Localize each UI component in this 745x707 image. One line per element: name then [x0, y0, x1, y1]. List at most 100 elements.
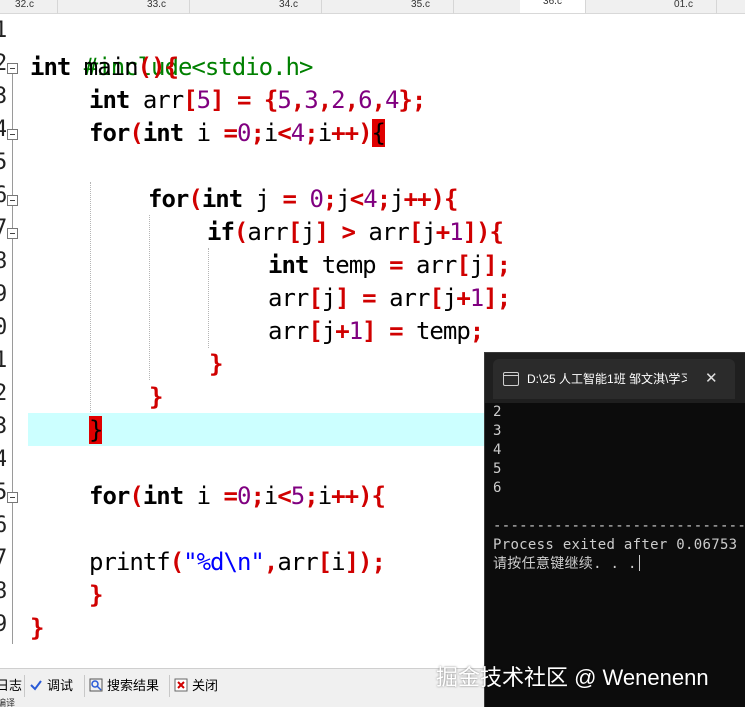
fold-toggle-icon[interactable]	[7, 492, 18, 503]
line-number: 2	[0, 47, 6, 80]
closing-brace: }	[30, 614, 44, 642]
terminal-icon	[503, 372, 519, 386]
tab-log[interactable]: 日志	[0, 675, 22, 697]
tab-log-label: 日志	[0, 678, 23, 693]
fold-toggle-icon[interactable]	[7, 63, 18, 74]
console-prompt: 请按任意键继续. . .	[493, 555, 640, 574]
code-text: ,arr[i]);	[263, 548, 386, 576]
console-output-line: 2	[493, 404, 502, 420]
indent-guide	[90, 182, 91, 412]
tab-debug[interactable]: 调试	[24, 675, 73, 697]
line-number: 5	[0, 146, 6, 179]
code-text: int temp = arr[j];	[268, 251, 511, 279]
code-line: for(int i =0;i<5;i++){	[89, 480, 386, 513]
line-number: 7	[0, 212, 6, 245]
indent-guide	[149, 215, 150, 380]
console-exit-message: Process exited after 0.06753	[493, 537, 738, 553]
line-number: 0	[0, 311, 6, 344]
watermark: 掘金技术社区 @ Wenenenn	[436, 665, 709, 690]
tab-close[interactable]: 关闭	[169, 675, 218, 697]
line-number: 4	[0, 443, 6, 476]
console-tab[interactable]: D:\25 人工智能1班 邹文淇\学习 ✕	[493, 359, 735, 399]
tab-debug-label: 调试	[47, 678, 74, 693]
console-prompt-text: 请按任意键继续. . .	[493, 556, 637, 572]
file-tab-active[interactable]: 36.c	[520, 0, 586, 13]
text-cursor	[638, 555, 640, 571]
keyword: for	[89, 119, 130, 147]
code-line: int main(){	[30, 51, 179, 84]
file-tab[interactable]: 33.c	[124, 0, 190, 14]
line-number: 9	[0, 608, 6, 641]
keyword: for	[89, 482, 130, 510]
fold-toggle-icon[interactable]	[7, 129, 18, 140]
console-separator: --------------------------------	[493, 518, 745, 534]
close-icon[interactable]: ✕	[705, 369, 718, 387]
console-output-line: 3	[493, 423, 502, 439]
code-line: printf("%d\n",arr[i]);	[89, 546, 386, 579]
line-number: 8	[0, 575, 6, 608]
line-number-gutter: 1 2 3 4 5 6 7 8 9 0 1 2 3 4 5 6 7 8 9	[0, 14, 26, 668]
console-titlebar: D:\25 人工智能1班 邹文淇\学习 ✕	[485, 353, 745, 403]
line-number: 1	[0, 344, 6, 377]
code-line: }	[30, 612, 44, 645]
code-line: arr[j+1] = temp;	[268, 315, 484, 348]
keyword: if	[207, 218, 235, 246]
code-text: (int j = 0;j<4;j++){	[188, 185, 458, 213]
code-line: if(arr[j] > arr[j+1]){	[207, 216, 504, 249]
console-output-line: 5	[493, 461, 502, 477]
code-text: printf(	[89, 548, 184, 576]
line-number: 2	[0, 377, 6, 410]
keyword: for	[148, 185, 189, 213]
code-text: arr[j] = arr[j+1];	[268, 284, 511, 312]
code-line: }	[209, 348, 223, 381]
code-line: }	[89, 414, 103, 447]
tab-close-label: 关闭	[192, 678, 219, 693]
code-line: }	[149, 381, 163, 414]
keyword: int	[89, 86, 130, 114]
file-tab[interactable]: 34.c	[256, 0, 322, 14]
line-number: 6	[0, 179, 6, 212]
tab-search-label: 搜索结果	[107, 678, 160, 693]
line-number: 9	[0, 278, 6, 311]
code-text: main(){	[70, 53, 179, 81]
code-text: (int i =0;i<5;i++){	[129, 482, 386, 510]
keyword: int	[30, 53, 71, 81]
code-line: #include<stdio.h>	[30, 18, 314, 81]
matched-brace: {	[371, 119, 386, 147]
code-line: int temp = arr[j];	[268, 249, 511, 282]
line-number: 7	[0, 542, 6, 575]
code-line: int arr[5] = {5,3,2,6,4};	[89, 84, 427, 117]
line-number: 4	[0, 113, 6, 146]
closing-brace: }	[89, 581, 103, 609]
line-number: 5	[0, 476, 6, 509]
console-output-line: 4	[493, 442, 502, 458]
code-line: for(int j = 0;j<4;j++){	[148, 183, 458, 216]
tab-build-label: 编译	[0, 698, 16, 707]
code-line: }	[89, 579, 103, 612]
code-text: arr[5] = {5,3,2,6,4};	[142, 86, 427, 114]
matched-brace: }	[89, 416, 103, 444]
line-number: 3	[0, 410, 6, 443]
code-text: (arr[j] > arr[j+1]){	[233, 218, 504, 246]
tab-search-results[interactable]: 搜索结果	[84, 675, 159, 697]
file-tab[interactable]: 35.c	[388, 0, 454, 14]
code-line: for(int i =0;i<4;i++){	[89, 117, 386, 150]
closing-brace: }	[209, 350, 223, 378]
file-tab[interactable]: 32.c	[0, 0, 58, 14]
line-number: 1	[0, 14, 6, 47]
fold-line	[12, 74, 13, 644]
file-tab[interactable]: 01.c	[651, 0, 717, 14]
console-tab-title: D:\25 人工智能1班 邹文淇\学习	[527, 372, 687, 386]
indent-guide	[208, 248, 209, 348]
close-panel-icon	[174, 677, 188, 692]
code-text: arr[j+1] = temp;	[268, 317, 484, 345]
checkmark-icon	[29, 677, 43, 691]
console-window[interactable]: D:\25 人工智能1班 邹文淇\学习 ✕ 2 3 4 5 6 --------…	[484, 352, 745, 707]
code-text: (int i =0;i<4;i++)	[129, 119, 372, 147]
line-number: 3	[0, 80, 6, 113]
fold-toggle-icon[interactable]	[7, 228, 18, 239]
search-icon	[89, 677, 103, 692]
code-line: arr[j] = arr[j+1];	[268, 282, 511, 315]
closing-brace: }	[149, 383, 163, 411]
fold-toggle-icon[interactable]	[7, 195, 18, 206]
